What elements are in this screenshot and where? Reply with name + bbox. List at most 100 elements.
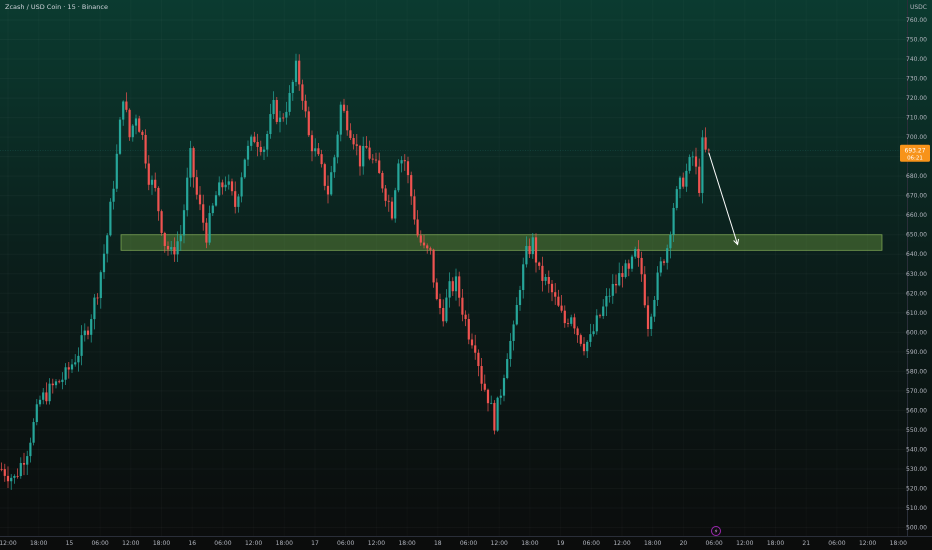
x-tick-label: 12:00	[859, 540, 876, 547]
candle-body	[496, 397, 499, 431]
candle-body	[365, 145, 368, 148]
candle-body	[115, 153, 118, 189]
candle-body	[426, 245, 429, 249]
candle-body	[179, 235, 182, 242]
candle-body	[294, 60, 298, 82]
candle-body	[10, 477, 13, 482]
candle-body	[317, 148, 320, 155]
candle-body	[106, 235, 109, 254]
x-tick-label: 06:00	[337, 540, 354, 547]
x-tick-label: 18:00	[276, 540, 293, 547]
candle-body	[682, 177, 685, 187]
candle-body	[22, 463, 26, 465]
candle-body	[419, 235, 422, 243]
support-zone-rect	[120, 234, 883, 251]
candle-body	[307, 111, 310, 136]
candle-body	[32, 422, 35, 443]
candle-body	[51, 383, 54, 386]
candle-body	[518, 290, 522, 306]
x-tick-label: 15	[66, 540, 74, 547]
y-tick-label: 740.00	[906, 56, 927, 63]
y-tick-label: 510.00	[906, 505, 927, 512]
candle-body	[163, 232, 166, 246]
candle-body	[240, 177, 243, 197]
y-tick-label: 560.00	[906, 407, 927, 414]
candle-body	[570, 317, 573, 324]
candle-body	[336, 134, 339, 158]
candle-body	[435, 282, 438, 300]
x-tick-label: 12:00	[245, 540, 262, 547]
candle-body	[118, 119, 122, 154]
candle-body	[499, 395, 502, 398]
candle-body	[589, 334, 592, 342]
candle-body	[509, 340, 512, 359]
candle-body	[186, 177, 189, 211]
candle-body	[640, 257, 643, 275]
candle-body	[26, 456, 29, 465]
candle-body	[262, 149, 266, 152]
candle-body	[182, 210, 186, 236]
x-tick-label: 06:00	[705, 540, 722, 547]
candle-body	[230, 181, 234, 192]
y-tick-label: 590.00	[906, 349, 927, 356]
candle-body	[531, 237, 534, 255]
candle-body	[70, 364, 74, 370]
candle-body	[602, 306, 605, 317]
candle-body	[701, 137, 704, 193]
candle-body	[387, 200, 390, 202]
y-tick-label: 610.00	[906, 310, 927, 317]
candle-body	[691, 156, 694, 158]
candle-body	[211, 205, 214, 214]
candle-body	[358, 145, 362, 167]
candle-body	[6, 475, 10, 482]
candle-body	[429, 248, 432, 250]
candle-body	[483, 383, 486, 390]
candle-body	[627, 263, 630, 269]
x-tick-label: 19	[557, 540, 565, 547]
candle-body	[16, 475, 19, 477]
candle-body	[474, 345, 477, 353]
candle-body	[560, 305, 563, 311]
candle-body	[275, 100, 278, 122]
candle-body	[333, 157, 336, 173]
x-tick-label: 18:00	[398, 540, 415, 547]
candle-body	[67, 367, 70, 370]
candlestick-chart[interactable]: 500.00 510.00 520.00 530.00 540.00 550.00 560.…	[0, 0, 932, 550]
candle-body	[77, 355, 80, 363]
candle-body	[598, 315, 602, 317]
candle-body	[390, 201, 394, 219]
currency-label[interactable]: USDC	[910, 4, 927, 11]
x-tick-label: 12:00	[491, 540, 508, 547]
x-tick-label: 06:00	[460, 540, 477, 547]
candle-body	[480, 366, 483, 384]
candle-body	[42, 392, 45, 400]
candle-body	[458, 276, 461, 298]
candle-body	[192, 148, 195, 178]
candle-body	[285, 111, 288, 118]
candle-body	[310, 135, 314, 152]
symbol-title[interactable]: Zcash / USD Coin · 15 · Binance	[5, 3, 108, 11]
candle-body	[237, 196, 240, 207]
price-badge: 693.27 06:21	[900, 144, 930, 162]
y-tick-label: 550.00	[906, 427, 927, 434]
candle-body	[586, 341, 589, 352]
x-tick-label: 12:00	[0, 540, 17, 547]
candle-body	[634, 248, 637, 257]
candle-body	[208, 213, 211, 243]
candle-body	[90, 319, 93, 335]
candle-body	[278, 117, 282, 122]
support-zone-layer	[120, 234, 883, 251]
candle-body	[643, 274, 646, 306]
candle-body	[243, 159, 246, 178]
candle-body	[326, 185, 330, 195]
candle-body	[202, 204, 205, 223]
x-tick-label: 06:00	[828, 540, 845, 547]
x-tick-label: 18:00	[30, 540, 47, 547]
candle-body	[522, 264, 525, 291]
candle-body	[384, 188, 387, 201]
candle-body	[675, 189, 678, 208]
candle-body	[621, 273, 624, 277]
candle-body	[490, 402, 493, 404]
x-tick-label: 06:00	[583, 540, 600, 547]
candle-body	[339, 104, 342, 135]
